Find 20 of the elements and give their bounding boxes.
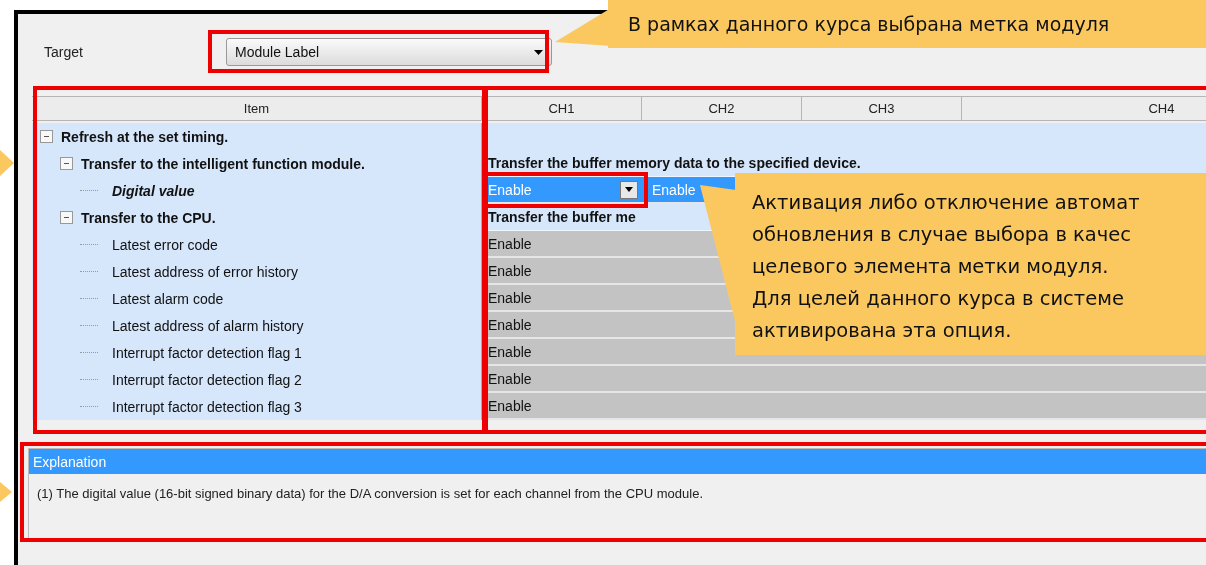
explanation-header: Explanation <box>29 449 1206 474</box>
collapse-icon[interactable] <box>60 211 73 224</box>
explanation-text: (1) The digital value (16-bit signed binary data) for the D/A conversion is set for each channel from the CPU module. <box>36 485 704 501</box>
callout-pointer <box>0 150 14 176</box>
tree-item[interactable]: Transfer to the CPU. <box>81 209 216 226</box>
column-header: CH3 <box>802 96 962 121</box>
target-label: Target <box>43 44 84 60</box>
column-header: CH4 <box>962 96 1206 121</box>
tree-item[interactable]: Latest error code <box>112 236 218 253</box>
collapse-icon[interactable] <box>40 130 53 143</box>
tree-item[interactable]: Digital value <box>112 182 195 199</box>
target-dropdown[interactable]: Module Label <box>226 38 552 66</box>
column-header: Item <box>32 96 482 121</box>
caret-icon[interactable] <box>620 180 638 199</box>
callout-pointer <box>555 8 611 46</box>
caret-icon[interactable] <box>534 49 543 55</box>
callout-pointer <box>0 482 12 502</box>
tree-item[interactable]: Latest alarm code <box>112 290 224 307</box>
collapse-icon[interactable] <box>60 157 73 170</box>
column-header: CH2 <box>642 96 802 121</box>
